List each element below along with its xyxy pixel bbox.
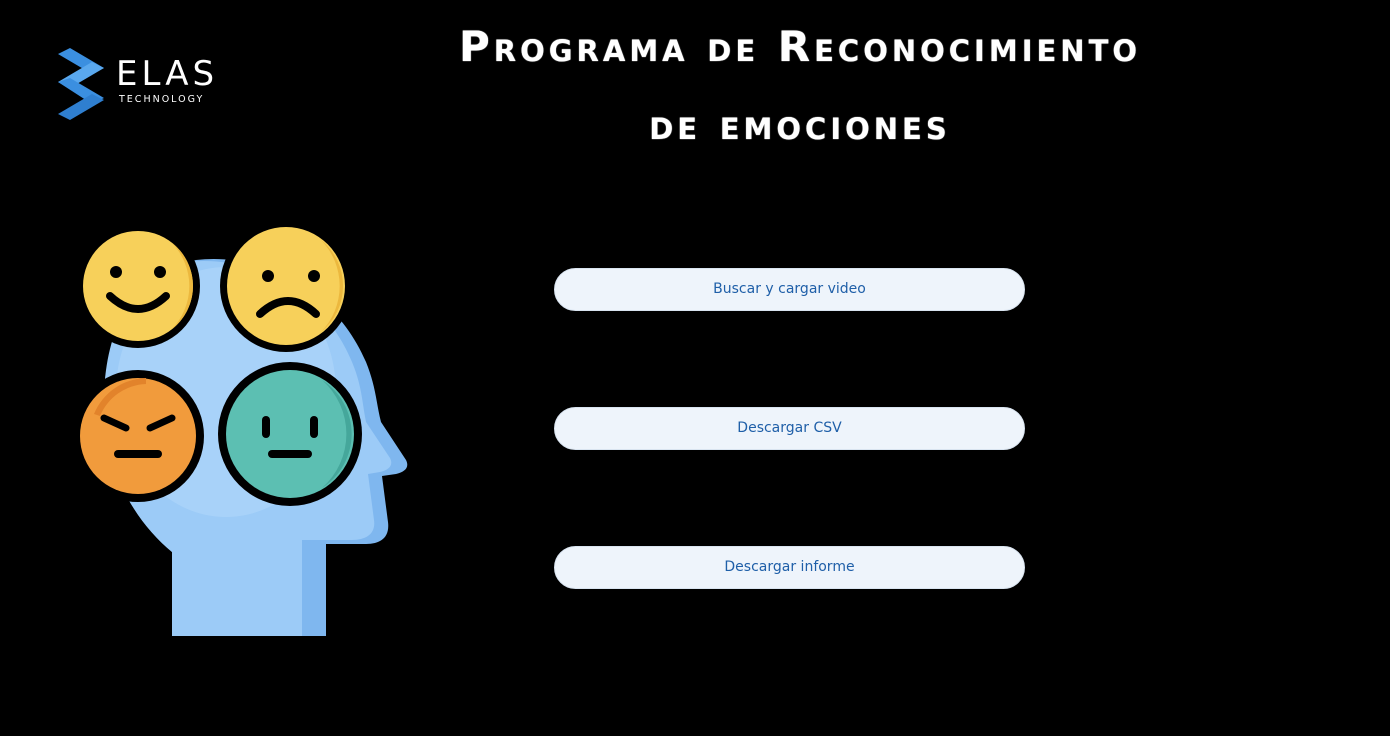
page-title-line1: Programa de Reconocimiento: [458, 22, 1142, 71]
logo-wordmark: ELAS: [116, 54, 219, 94]
page-title: Programa de Reconocimiento de emociones: [330, 22, 1270, 150]
neutral-face-icon: [218, 362, 362, 506]
happy-face-icon: [76, 224, 200, 348]
sad-face-icon: [220, 220, 352, 352]
page-title-line2: de emociones: [649, 100, 951, 149]
app-window: ELAS TECHNOLOGY Programa de Reconocimien…: [0, 0, 1390, 736]
load-video-button[interactable]: Buscar y cargar video: [554, 268, 1025, 311]
download-report-button[interactable]: Descargar informe: [554, 546, 1025, 589]
elas-logo: ELAS TECHNOLOGY: [56, 48, 246, 120]
head-with-emotions-icon: [72, 220, 416, 640]
logo-subtitle: TECHNOLOGY: [119, 94, 205, 105]
elas-chevron-icon: [58, 48, 104, 120]
download-csv-button[interactable]: Descargar CSV: [554, 407, 1025, 450]
angry-face-icon: [72, 370, 204, 502]
